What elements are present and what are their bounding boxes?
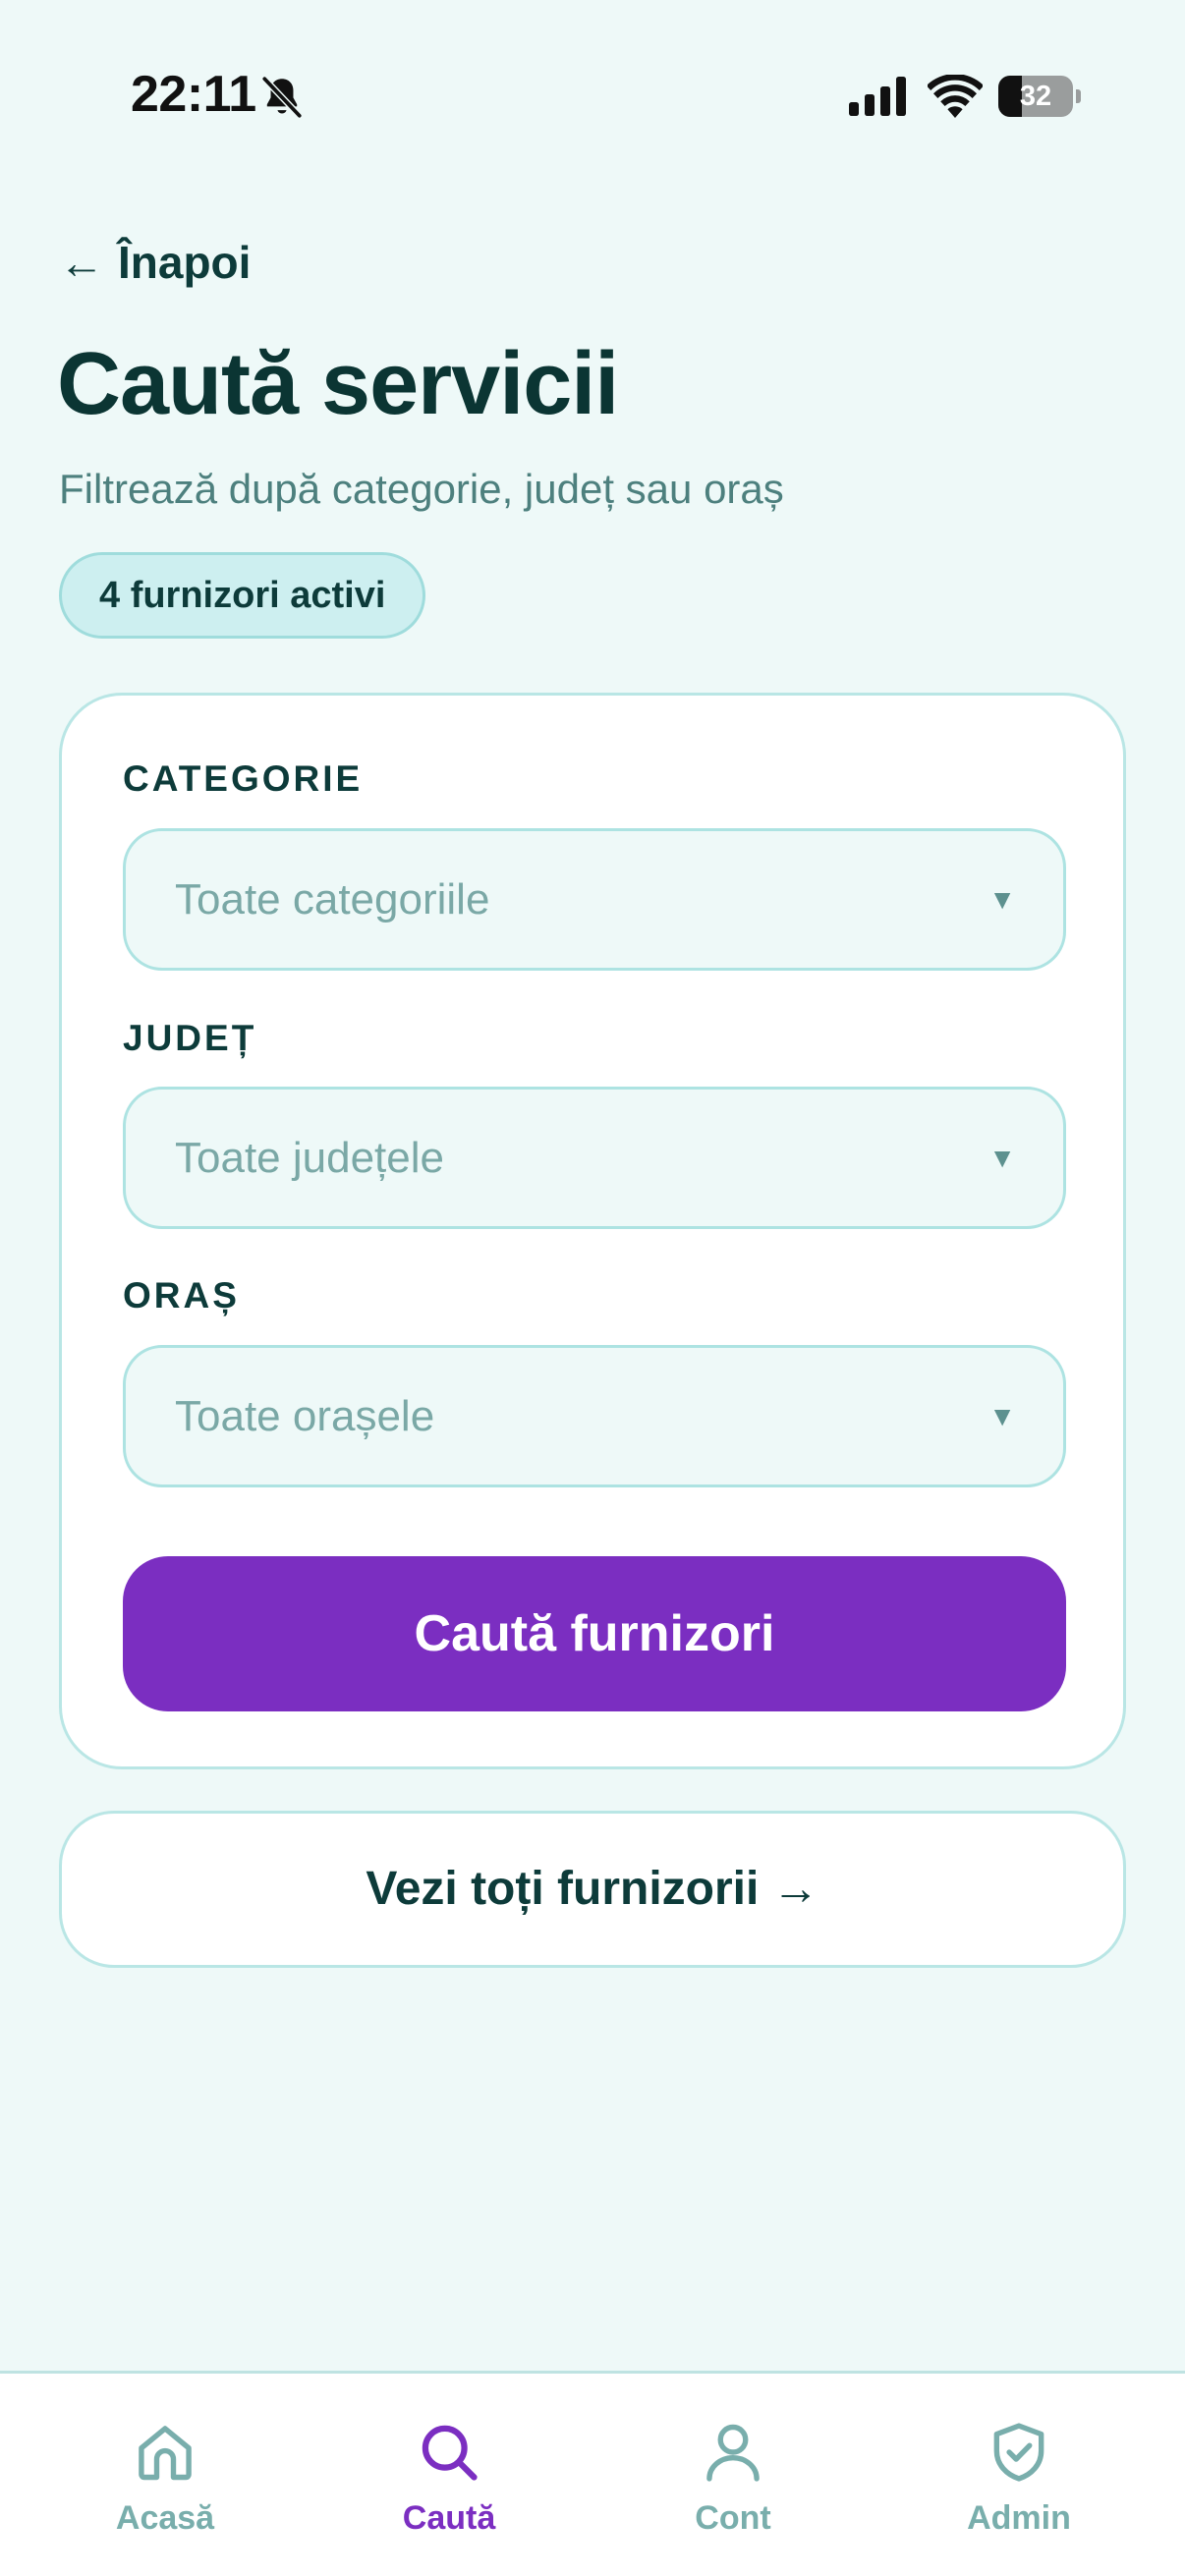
nav-item-admin[interactable]: Admin — [921, 2374, 1117, 2550]
active-providers-badge: 4 furnizori activi — [59, 552, 426, 639]
battery-icon: 32 — [998, 76, 1081, 117]
category-select-value: Toate categoriile — [175, 875, 490, 924]
bell-slash-icon — [260, 75, 304, 120]
nav-item-search[interactable]: Caută — [351, 2374, 547, 2550]
nav-label-admin: Admin — [967, 2499, 1071, 2537]
category-label: CATEGORIE — [123, 758, 364, 799]
filter-card: CATEGORIE Toate categoriile ▼ JUDEȚ Toat… — [59, 693, 1126, 1769]
city-select[interactable]: Toate orașele ▼ — [123, 1345, 1066, 1487]
category-select[interactable]: Toate categoriile ▼ — [123, 828, 1066, 971]
user-icon — [706, 2424, 760, 2482]
chevron-down-icon: ▼ — [988, 1401, 1016, 1431]
battery-level: 32 — [1019, 81, 1052, 112]
page-subtitle: Filtrează după categorie, județ sau oraș — [59, 466, 784, 512]
county-label: JUDEȚ — [123, 1018, 257, 1058]
search-services-screen: 22:11 32 ← Înapoi Caută servicii Filtrea… — [0, 0, 1185, 2576]
home-icon — [139, 2426, 192, 2481]
chevron-down-icon: ▼ — [988, 884, 1016, 915]
search-providers-button[interactable]: Caută furnizori — [123, 1556, 1066, 1711]
back-arrow-icon: ← — [59, 237, 104, 288]
bottom-nav: Acasă Caută Cont Admin — [0, 2371, 1185, 2576]
search-icon — [422, 2425, 478, 2481]
see-all-providers-button[interactable]: Vezi toți furnizorii → — [59, 1811, 1126, 1968]
nav-label-account: Cont — [695, 2499, 771, 2537]
chevron-down-icon: ▼ — [988, 1143, 1016, 1173]
wifi-icon — [928, 75, 983, 118]
page-title: Caută servicii — [57, 335, 619, 433]
county-select[interactable]: Toate județele ▼ — [123, 1087, 1066, 1229]
county-select-value: Toate județele — [175, 1134, 444, 1182]
back-label: Înapoi — [118, 237, 252, 288]
nav-item-home[interactable]: Acasă — [67, 2374, 263, 2550]
city-select-value: Toate orașele — [175, 1392, 435, 1440]
shield-check-icon — [993, 2423, 1044, 2482]
nav-label-search: Caută — [402, 2499, 496, 2537]
nav-label-home: Acasă — [115, 2499, 215, 2537]
signal-icon — [849, 77, 906, 116]
city-label: ORAȘ — [123, 1275, 240, 1316]
status-bar: 22:11 32 — [0, 0, 1185, 196]
nav-item-account[interactable]: Cont — [635, 2374, 831, 2550]
status-time: 22:11 — [131, 66, 256, 123]
back-button[interactable]: ← Înapoi — [59, 236, 251, 289]
